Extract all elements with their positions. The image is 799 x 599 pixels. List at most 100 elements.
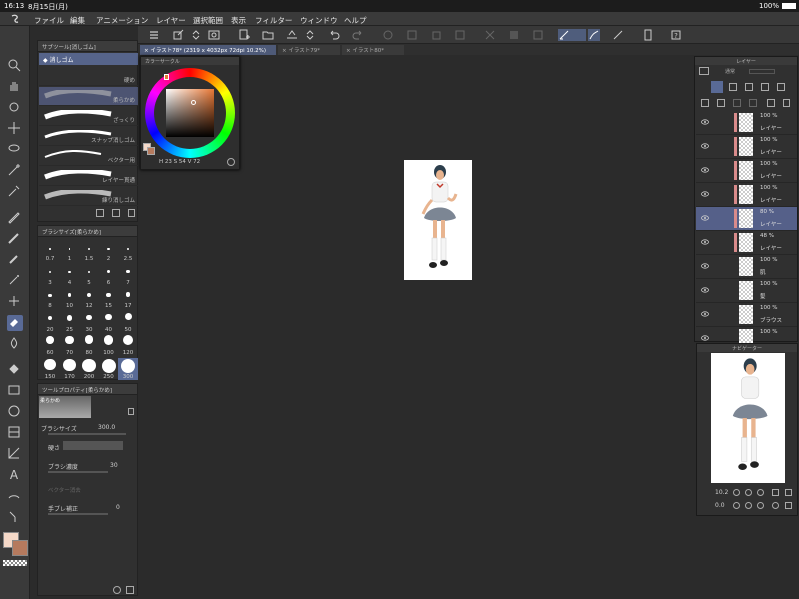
zoom-value[interactable]: 10.2 xyxy=(715,489,728,496)
navigator-preview[interactable] xyxy=(711,353,785,483)
fill-tool-icon[interactable] xyxy=(7,362,23,378)
eye-icon[interactable] xyxy=(701,119,709,125)
layer-property-icon-4[interactable] xyxy=(761,83,769,91)
color-circle-sub-swatch[interactable] xyxy=(147,147,155,155)
zoom-in-icon[interactable] xyxy=(745,489,752,496)
sub-color-swatch[interactable] xyxy=(12,540,28,556)
menu-layer[interactable]: レイヤー xyxy=(156,15,186,26)
layer-row[interactable]: 100 % 肌 xyxy=(696,255,797,279)
brush-size-option[interactable]: 20 xyxy=(40,311,60,333)
brush-size-option[interactable]: 5 xyxy=(79,264,99,286)
wrench-icon[interactable] xyxy=(126,586,134,594)
layer-row[interactable]: 100 % レイヤー xyxy=(696,111,797,135)
menu-animation[interactable]: アニメーション xyxy=(96,15,148,26)
save-icon[interactable] xyxy=(286,29,298,41)
layer-property-icon-3[interactable] xyxy=(745,83,753,91)
clear-icon[interactable] xyxy=(532,29,544,41)
flip-horizontal-icon[interactable] xyxy=(785,489,792,496)
settings-icon[interactable] xyxy=(113,586,121,594)
menu-help[interactable]: ヘルプ xyxy=(344,15,367,26)
tab-illust79[interactable]: × イラスト79* xyxy=(278,45,340,55)
menu-selection[interactable]: 選択範囲 xyxy=(193,15,223,26)
brush-size-option[interactable]: 50 xyxy=(118,311,138,333)
duplicate-subtool-icon[interactable] xyxy=(112,209,120,217)
rotate-tool-icon[interactable] xyxy=(7,100,23,116)
eye-icon[interactable] xyxy=(701,287,709,293)
gradient-tool-icon[interactable] xyxy=(7,383,23,399)
hue-ring[interactable] xyxy=(145,68,235,158)
brush-size-option[interactable]: 1.5 xyxy=(79,240,99,262)
layer-row[interactable]: 100 % レイヤー xyxy=(696,135,797,159)
menu-file[interactable]: ファイル xyxy=(34,15,64,26)
ruler-tool-icon[interactable] xyxy=(7,446,23,462)
settings-icon[interactable] xyxy=(642,29,654,41)
help-icon[interactable]: ? xyxy=(670,29,682,41)
balloon-tool-icon[interactable] xyxy=(7,488,23,504)
brush-size-value[interactable]: 300.0 xyxy=(98,424,115,431)
erase-icon[interactable] xyxy=(382,29,394,41)
frame-tool-icon[interactable] xyxy=(7,425,23,441)
brush-size-option[interactable]: 2.5 xyxy=(118,240,138,262)
opacity-slider[interactable] xyxy=(749,69,775,74)
brush-size-option[interactable]: 100 xyxy=(99,334,119,356)
edit-mode-icon[interactable] xyxy=(172,29,184,41)
decoration-tool-icon[interactable] xyxy=(7,294,23,310)
hand-tool-icon[interactable] xyxy=(7,79,23,95)
brush-size-option[interactable]: 17 xyxy=(118,287,138,309)
chevron-updown-icon[interactable] xyxy=(190,29,202,41)
brush-size-option[interactable]: 15 xyxy=(99,287,119,309)
brush-size-option[interactable]: 150 xyxy=(40,358,60,380)
open-folder-icon[interactable] xyxy=(262,29,274,41)
layer-row[interactable]: 80 % レイヤー xyxy=(696,207,797,231)
brush-size-option[interactable]: 7 xyxy=(118,264,138,286)
snap-grid-icon[interactable] xyxy=(612,29,624,41)
layer-row[interactable]: 100 % レイヤー xyxy=(696,159,797,183)
eye-icon[interactable] xyxy=(701,143,709,149)
delete-layer-icon[interactable] xyxy=(783,99,790,107)
flip-vertical-icon[interactable] xyxy=(785,502,792,509)
brush-snap[interactable]: スナップ消しゴム xyxy=(39,127,138,146)
rotation-center-icon[interactable] xyxy=(772,502,779,509)
stabilization-value[interactable]: 0 xyxy=(116,504,120,511)
actual-size-icon[interactable] xyxy=(757,489,764,496)
zoom-tool-icon[interactable] xyxy=(7,58,23,74)
rotation-value[interactable]: 0.0 xyxy=(715,502,725,509)
subtool-group-eraser[interactable]: ◆ 消しゴム xyxy=(39,53,138,65)
tab-illust78[interactable]: × イラスト78* (2319 x 4032px 72dpi 10.2%) xyxy=(140,45,276,55)
blend-mode-select[interactable]: 通常 xyxy=(725,68,735,75)
layer-mask-icon[interactable] xyxy=(767,99,775,107)
brush-size-option[interactable]: 40 xyxy=(99,311,119,333)
undo-icon[interactable] xyxy=(328,29,340,41)
add-subtool-icon[interactable] xyxy=(96,209,104,217)
layer-property-icon-5[interactable] xyxy=(777,83,785,91)
blend-tool-icon[interactable] xyxy=(7,336,23,352)
eraser-tool-icon[interactable] xyxy=(7,315,23,331)
magic-wand-tool-icon[interactable] xyxy=(7,163,23,179)
brush-size-option[interactable]: 12 xyxy=(79,287,99,309)
lock-icon[interactable] xyxy=(128,408,134,415)
layer-property-icon-2[interactable] xyxy=(729,83,737,91)
layer-row[interactable]: 100 % 髪 xyxy=(696,279,797,303)
brush-size-option[interactable]: 6 xyxy=(99,264,119,286)
pencil-tool-icon[interactable] xyxy=(7,231,23,247)
eyedropper-tool-icon[interactable] xyxy=(7,184,23,200)
brush-tool-icon[interactable] xyxy=(7,252,23,268)
new-vector-layer-icon[interactable] xyxy=(717,99,725,107)
saturation-value-square[interactable] xyxy=(166,89,214,137)
new-file-icon[interactable] xyxy=(238,29,250,41)
brush-hard[interactable]: 硬め xyxy=(39,67,138,86)
hue-cursor[interactable] xyxy=(164,74,169,80)
figure-tool-icon[interactable] xyxy=(7,404,23,420)
reset-rotation-icon[interactable] xyxy=(757,502,764,509)
eye-icon[interactable] xyxy=(701,263,709,269)
correct-line-tool-icon[interactable] xyxy=(7,509,23,525)
move-tool-icon[interactable] xyxy=(7,121,23,137)
brush-size-option[interactable]: 70 xyxy=(60,334,80,356)
brush-size-option[interactable]: 60 xyxy=(40,334,60,356)
brush-size-option[interactable]: 120 xyxy=(118,334,138,356)
trash-icon[interactable] xyxy=(128,209,135,217)
brush-size-option[interactable]: 3 xyxy=(40,264,60,286)
eye-icon[interactable] xyxy=(701,239,709,245)
snap-ruler-icon[interactable] xyxy=(558,29,586,41)
deselect-icon[interactable] xyxy=(484,29,496,41)
